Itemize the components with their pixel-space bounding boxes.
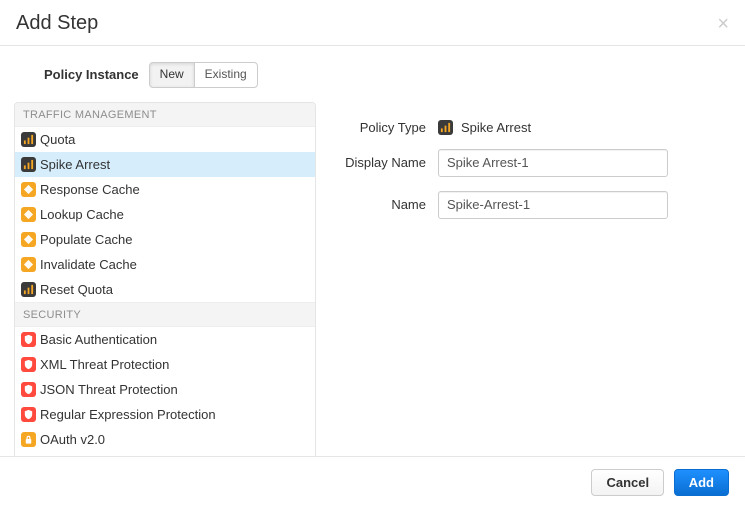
policy-item[interactable]: Quota: [15, 127, 315, 152]
instance-new-button[interactable]: New: [149, 62, 195, 88]
policy-list-panel: TRAFFIC MANAGEMENT Quota Spike Arrest Respo…: [14, 102, 316, 458]
display-name-row: Display Name: [328, 149, 713, 177]
modal-footer: Cancel Add: [0, 456, 745, 508]
add-button[interactable]: Add: [674, 469, 729, 496]
category-header: TRAFFIC MANAGEMENT: [15, 103, 315, 127]
instance-toggle-group: New Existing: [149, 62, 258, 88]
policy-type-row: Policy Type Spike Arrest: [328, 120, 713, 135]
cancel-button[interactable]: Cancel: [591, 469, 664, 496]
shield-icon: [21, 382, 36, 397]
policy-instance-row: Policy Instance New Existing: [4, 58, 741, 102]
policy-item[interactable]: JSON Threat Protection: [15, 377, 315, 402]
bars-dark-icon: [21, 282, 36, 297]
policy-item[interactable]: XML Threat Protection: [15, 352, 315, 377]
policy-item-label: Spike Arrest: [40, 156, 110, 173]
policy-type-value: Spike Arrest: [461, 120, 531, 135]
policy-item-label: OAuth v2.0: [40, 431, 105, 448]
diamond-icon: [21, 182, 36, 197]
shield-icon: [21, 332, 36, 347]
modal-header: Add Step ×: [0, 0, 745, 46]
shield-icon: [21, 357, 36, 372]
display-name-label: Display Name: [328, 155, 438, 170]
policy-item[interactable]: OAuth v2.0: [15, 427, 315, 452]
policy-item[interactable]: Regular Expression Protection: [15, 402, 315, 427]
bars-dark-icon: [21, 157, 36, 172]
diamond-icon: [21, 257, 36, 272]
policy-item-label: Response Cache: [40, 181, 140, 198]
policy-item-label: Invalidate Cache: [40, 256, 137, 273]
policy-item[interactable]: Invalidate Cache: [15, 252, 315, 277]
policy-item[interactable]: Populate Cache: [15, 227, 315, 252]
close-icon[interactable]: ×: [717, 14, 729, 34]
shield-icon: [21, 407, 36, 422]
modal-title: Add Step: [16, 12, 98, 35]
name-row: Name: [328, 191, 713, 219]
diamond-icon: [21, 207, 36, 222]
policy-item-label: Populate Cache: [40, 231, 133, 248]
lock-icon: [21, 432, 36, 447]
diamond-icon: [21, 232, 36, 247]
policy-item-label: XML Threat Protection: [40, 356, 169, 373]
policy-item-label: Quota: [40, 131, 75, 148]
content-columns: TRAFFIC MANAGEMENT Quota Spike Arrest Respo…: [4, 102, 741, 458]
policy-item[interactable]: Basic Authentication: [15, 327, 315, 352]
policy-item-label: Basic Authentication: [40, 331, 157, 348]
modal-body: Policy Instance New Existing TRAFFIC MAN…: [0, 46, 745, 460]
policy-item[interactable]: Response Cache: [15, 177, 315, 202]
policy-item-label: Reset Quota: [40, 281, 113, 298]
name-label: Name: [328, 197, 438, 212]
policy-item-label: JSON Threat Protection: [40, 381, 178, 398]
policy-item-label: Lookup Cache: [40, 206, 124, 223]
display-name-input[interactable]: [438, 149, 668, 177]
bars-dark-icon: [21, 132, 36, 147]
policy-type-label: Policy Type: [328, 120, 438, 135]
policy-type-value-group: Spike Arrest: [438, 120, 531, 135]
instance-existing-button[interactable]: Existing: [194, 62, 258, 88]
category-header: SECURITY: [15, 302, 315, 327]
name-input[interactable]: [438, 191, 668, 219]
policy-item[interactable]: Reset Quota: [15, 277, 315, 302]
policy-instance-label: Policy Instance: [44, 67, 139, 82]
policy-item[interactable]: Spike Arrest: [15, 152, 315, 177]
policy-item-label: Regular Expression Protection: [40, 406, 216, 423]
bars-dark-icon: [438, 120, 453, 135]
policy-item[interactable]: Lookup Cache: [15, 202, 315, 227]
policy-form-panel: Policy Type Spike Arrest Display Name Na…: [316, 102, 741, 458]
